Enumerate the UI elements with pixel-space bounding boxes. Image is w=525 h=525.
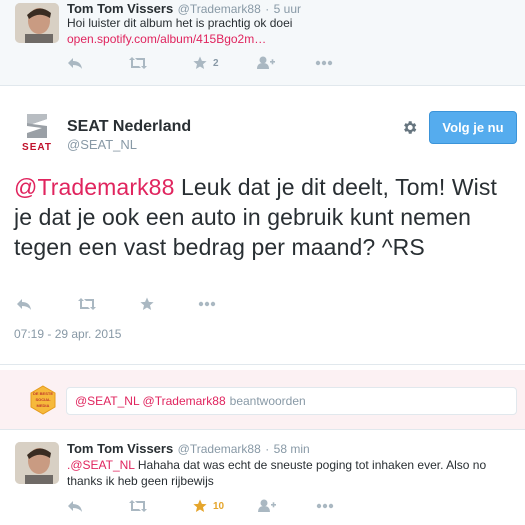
follow-user-button[interactable] [258, 499, 277, 513]
tweet-timestamp[interactable]: 07:19 - 29 apr. 2015 [14, 327, 121, 341]
follow-icon [256, 56, 275, 69]
avatar[interactable] [15, 442, 59, 484]
settings-button[interactable] [399, 117, 419, 137]
reply-placeholder: beantwoorden [229, 394, 306, 408]
reply-input[interactable]: @SEAT_NL @Trademark88 beantwoorden [66, 387, 517, 415]
tweet-time[interactable]: 5 uur [274, 2, 301, 16]
mention-link[interactable]: @Trademark88 [14, 174, 174, 200]
tweet-text: Hoi luister dit album het is prachtig ok… [67, 16, 293, 30]
seat-logo[interactable]: SEAT [14, 112, 60, 153]
user-avatar-badge: DE BESTE SOCIAL MEDIA [28, 385, 58, 415]
main-tweet: SEAT SEAT Nederland @SEAT_NL Volg je nu … [0, 86, 525, 365]
more-icon [198, 301, 216, 307]
separator-dot: · [265, 2, 270, 16]
favorite-icon [140, 297, 154, 310]
reply-composer: DE BESTE SOCIAL MEDIA @SEAT_NL @Trademar… [0, 370, 525, 430]
favorite-button[interactable]: 2 [193, 56, 219, 70]
follow-button[interactable]: Volg je nu [429, 111, 517, 144]
author-handle[interactable]: @Trademark88 [178, 442, 261, 456]
more-button[interactable] [198, 301, 216, 307]
retweet-icon [129, 57, 147, 69]
tweet-top[interactable]: Tom Tom Vissers @Trademark88 · 5 uur Hoi… [0, 0, 525, 86]
more-icon [315, 60, 332, 66]
more-button[interactable] [315, 60, 333, 66]
tweet-time[interactable]: 58 min [274, 442, 310, 456]
author-name[interactable]: Tom Tom Vissers [67, 1, 173, 16]
more-icon [316, 503, 334, 509]
reply-button[interactable] [16, 297, 32, 311]
reply-icon [68, 58, 82, 69]
more-button[interactable] [316, 503, 334, 509]
avatar[interactable] [15, 3, 59, 43]
favorite-icon [193, 56, 207, 69]
tweet-text: @Trademark88 Leuk dat je dit deelt, Tom!… [14, 172, 519, 262]
retweet-button[interactable] [129, 499, 147, 513]
retweet-icon [129, 500, 147, 512]
author-name[interactable]: SEAT Nederland [67, 118, 191, 136]
tweet-actions: 2 [67, 56, 357, 70]
tweet-actions [16, 297, 240, 311]
follow-icon [258, 499, 277, 512]
tweet-actions: 10 [67, 499, 358, 513]
retweet-button[interactable] [78, 297, 96, 311]
reply-icon [68, 501, 82, 512]
favorite-count: 2 [213, 57, 219, 69]
reply-icon [17, 299, 31, 310]
seat-logo-text: SEAT [22, 142, 52, 152]
favorite-button[interactable] [140, 297, 154, 311]
author-name[interactable]: Tom Tom Vissers [67, 441, 173, 456]
reply-button[interactable] [67, 499, 83, 513]
reply-button[interactable] [67, 56, 83, 70]
favorite-icon [193, 499, 207, 512]
svg-text:DE BESTE: DE BESTE [33, 391, 53, 396]
tweet-link[interactable]: open.spotify.com/album/415Bgo2m… [67, 31, 266, 47]
svg-text:SOCIAL: SOCIAL [35, 397, 51, 402]
svg-text:MEDIA: MEDIA [37, 403, 50, 408]
favorite-button[interactable]: 10 [193, 499, 224, 513]
reply-tweet[interactable]: Tom Tom Vissers @Trademark88 · 58 min .@… [0, 431, 525, 525]
author-handle[interactable]: @Trademark88 [178, 2, 261, 16]
mention-link[interactable]: .@SEAT_NL [67, 458, 135, 472]
retweet-icon [78, 298, 96, 310]
reply-prefill: @SEAT_NL @Trademark88 [75, 394, 226, 408]
follow-user-button[interactable] [256, 56, 275, 70]
separator-dot: · [265, 442, 270, 456]
retweet-button[interactable] [129, 56, 147, 70]
favorite-count: 10 [213, 500, 225, 512]
tweet-text: .@SEAT_NL Hahaha dat was echt de sneuste… [67, 457, 517, 489]
gear-icon [403, 120, 416, 134]
author-handle[interactable]: @SEAT_NL [67, 137, 137, 152]
